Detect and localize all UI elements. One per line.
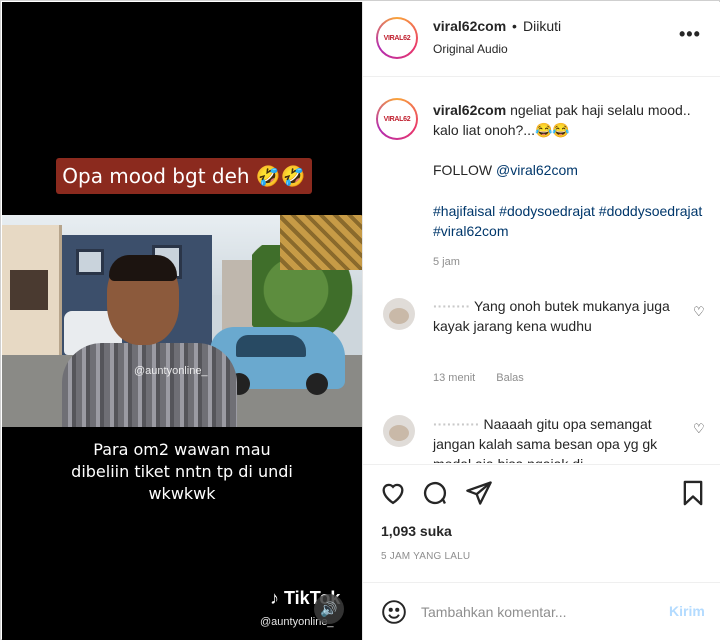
caption-timestamp: 5 jam [433, 256, 460, 268]
caption-follow-label: FOLLOW [433, 162, 493, 178]
post-header: VIRAL62 viral62com • Diikuti Original Au… [363, 2, 720, 77]
more-horizontal-icon[interactable]: ••• [679, 24, 701, 45]
avatar-logo: VIRAL62 [383, 34, 411, 42]
comment-icon[interactable] [421, 479, 449, 507]
comment-text: ········ Yang onoh butek mukanya juga ka… [433, 296, 688, 336]
avatar-logo: VIRAL62 [383, 115, 411, 123]
scene-house-left [2, 225, 62, 375]
post-actions: 1,093 suka 5 JAM YANG LALU [363, 464, 720, 574]
separator-dot: • [512, 18, 517, 34]
caption-username[interactable]: viral62com [433, 102, 506, 118]
bookmark-icon[interactable] [679, 479, 707, 507]
video-frame: @auntyonline_ [2, 215, 362, 427]
post-time: 5 JAM YANG LALU [381, 551, 471, 562]
like-count[interactable]: 1,093 suka [381, 523, 452, 539]
instagram-post-window: Opa mood bgt deh 🤣🤣 @auntyonline_ Para o… [0, 0, 720, 640]
comment-input[interactable] [421, 601, 651, 623]
post-comment-button[interactable]: Kirim [669, 603, 705, 619]
scene-awning [280, 215, 362, 270]
comment-like-heart-icon[interactable]: ♡ [693, 304, 705, 320]
video-caption-bottom: Para om2 wawan mau dibeliin tiket nntn t… [71, 440, 293, 503]
add-comment-bar: Kirim [363, 582, 720, 640]
audio-link[interactable]: Original Audio [433, 42, 508, 56]
comment-avatar[interactable] [383, 298, 415, 330]
caption-mention-link[interactable]: @viral62com [496, 162, 578, 178]
video-watermark: @auntyonline_ [134, 365, 208, 377]
caption-hashtags[interactable]: #hajifaisal #dodysoedrajat #doddysoedraj… [433, 201, 713, 241]
scene-person [62, 255, 237, 427]
caption-text: viral62com ngeliat pak haji selalu mood.… [433, 100, 711, 140]
header-username[interactable]: viral62com [433, 18, 506, 34]
comment-meta: 13 menit Balas [433, 372, 542, 384]
share-icon[interactable] [465, 479, 493, 507]
comment-username[interactable]: ·········· [433, 416, 480, 432]
speaker-icon[interactable]: 🔊 [314, 594, 344, 624]
comment-text: ·········· Naaaah gitu opa semangat jang… [433, 414, 688, 463]
comment-avatar[interactable] [383, 415, 415, 447]
caption-avatar[interactable]: VIRAL62 [376, 98, 418, 140]
caption-follow-line: FOLLOW @viral62com [433, 162, 578, 178]
follow-status-button[interactable]: Diikuti [523, 18, 561, 34]
comments-list[interactable]: VIRAL62 viral62com ngeliat pak haji sela… [363, 78, 720, 463]
reply-button[interactable]: Balas [496, 372, 524, 384]
emoji-icon[interactable] [381, 599, 407, 625]
post-panel: VIRAL62 viral62com • Diikuti Original Au… [362, 2, 720, 640]
comment-username[interactable]: ········ [433, 298, 470, 314]
video-player[interactable]: Opa mood bgt deh 🤣🤣 @auntyonline_ Para o… [2, 2, 362, 640]
comment-like-heart-icon[interactable]: ♡ [693, 421, 705, 437]
comment-time: 13 menit [433, 372, 476, 384]
video-caption-top: Opa mood bgt deh 🤣🤣 [56, 158, 312, 194]
heart-icon[interactable] [379, 479, 407, 507]
avatar[interactable]: VIRAL62 [376, 17, 418, 59]
